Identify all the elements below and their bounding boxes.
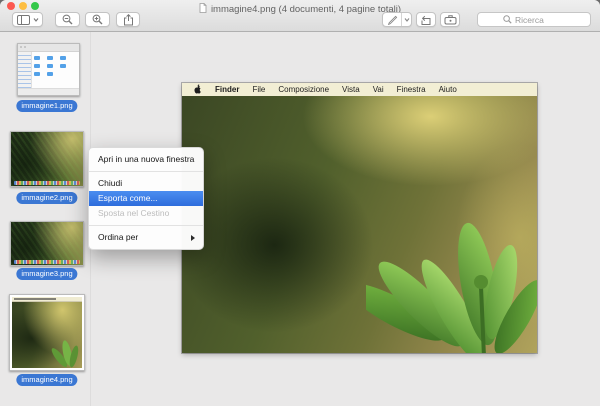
search-icon [503, 11, 512, 29]
thumbnail-immagine2[interactable] [10, 131, 84, 187]
mini-dock [13, 260, 81, 264]
rotate-left-icon [420, 14, 432, 26]
menu-item-close[interactable]: Chiudi [89, 176, 203, 191]
sidebar-view-icon [16, 14, 30, 25]
thumbnail-immagine4[interactable] [9, 294, 85, 371]
apple-logo-icon [193, 84, 202, 96]
rotate-button[interactable] [416, 12, 436, 27]
preview-window: immagine4.png (4 documenti, 4 pagine tot… [0, 0, 600, 406]
leaf-graphic [366, 222, 537, 353]
mini-finder-icons [34, 54, 77, 87]
zoom-in-icon [92, 14, 103, 25]
mini-desktop-wallpaper [11, 222, 83, 265]
document-proxy-icon [199, 2, 207, 16]
mini-finder-statusbar [18, 88, 79, 95]
submenu-arrow-icon [191, 234, 195, 241]
toolbox-icon [444, 14, 457, 25]
menubar-item-file: File [252, 85, 266, 94]
chevron-down-icon[interactable] [402, 17, 411, 22]
image-menubar: Finder File Composizione Vista Vai Fines… [182, 83, 537, 96]
window-title-text: immagine4.png (4 documenti, 4 pagine tot… [210, 4, 402, 15]
thumbnail-label-immagine2[interactable]: immagine2.png [16, 192, 78, 204]
search-input[interactable] [515, 14, 565, 25]
menu-item-sort-by[interactable]: Ordina per [89, 230, 203, 245]
thumbnail-label-immagine1[interactable]: immagine1.png [16, 100, 78, 112]
mini-finder-sidebar [18, 52, 32, 89]
sidebar-view-button[interactable] [12, 12, 43, 27]
thumbnail-label-immagine4[interactable]: immagine4.png [16, 374, 78, 386]
markup-toolbox-button[interactable] [440, 12, 460, 27]
menubar-item-finder: Finder [215, 85, 240, 94]
menubar-item-finestra: Finestra [396, 85, 426, 94]
mini-desktop-wallpaper [11, 132, 83, 186]
mini-dock [13, 181, 81, 185]
thumbnail-immagine3[interactable] [10, 221, 84, 266]
zoom-in-button[interactable] [85, 12, 110, 27]
zoom-out-icon [62, 14, 73, 25]
menu-item-open-new-window[interactable]: Apri in una nuova finestra [89, 152, 203, 167]
share-icon [123, 13, 134, 26]
search-field[interactable] [477, 12, 591, 27]
context-menu: Apri in una nuova finestra Chiudi Esport… [88, 147, 204, 250]
zoom-out-button[interactable] [55, 12, 80, 27]
menu-separator [89, 225, 203, 226]
pencil-icon [383, 14, 401, 25]
menubar-item-vista: Vista [342, 85, 360, 94]
thumbnail-immagine1[interactable] [17, 43, 80, 96]
menu-item-move-to-trash: Sposta nel Cestino [98, 208, 170, 218]
titlebar: immagine4.png (4 documenti, 4 pagine tot… [0, 0, 600, 32]
viewed-image[interactable]: Finder File Composizione Vista Vai Fines… [182, 83, 537, 353]
menu-item-export-as[interactable]: Esporta come... [89, 191, 203, 206]
menu-item-sort-by-label: Ordina per [98, 232, 139, 242]
menubar-item-aiuto: Aiuto [438, 85, 457, 94]
share-button[interactable] [116, 12, 140, 27]
menu-separator [89, 171, 203, 172]
mini-finder-toolbar [18, 44, 79, 52]
mini-leaf-graphic [51, 340, 79, 368]
menubar-item-vai: Vai [372, 85, 384, 94]
menubar-item-composizione: Composizione [278, 85, 330, 94]
chevron-down-icon [33, 17, 39, 22]
highlight-pen-button[interactable] [382, 12, 412, 27]
thumbnail-label-immagine3[interactable]: immagine3.png [16, 268, 78, 280]
